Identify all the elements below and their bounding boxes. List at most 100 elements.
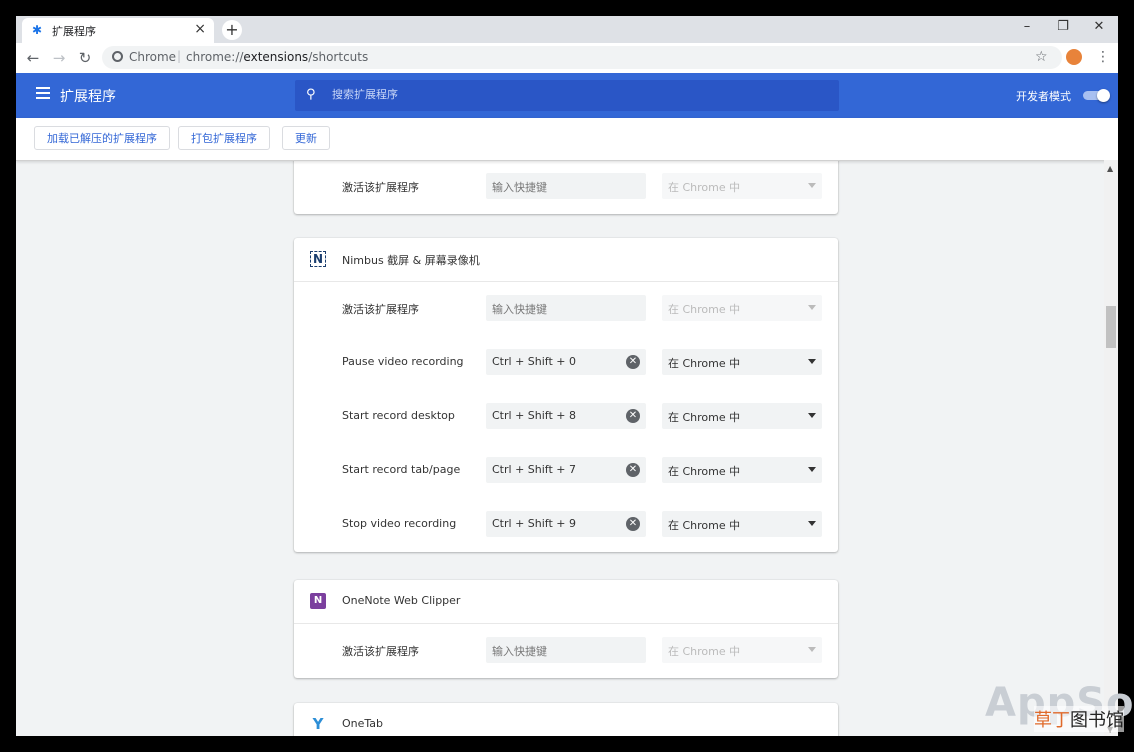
- shortcut-input[interactable]: Ctrl + Shift + 7 ✕: [486, 457, 646, 483]
- tab-strip: ✱ 扩展程序 × + – ❐ ✕: [16, 16, 1118, 43]
- extension-card-onenote: N OneNote Web Clipper 激活该扩展程序 输入快捷键 在 Ch…: [294, 580, 838, 678]
- scope-select[interactable]: 在 Chrome 中: [662, 403, 822, 429]
- new-tab-button[interactable]: +: [222, 20, 242, 40]
- page-title: 扩展程序: [60, 89, 116, 105]
- back-icon[interactable]: ←: [24, 49, 42, 67]
- scope-select[interactable]: 在 Chrome 中: [662, 295, 822, 321]
- browser-window: ✱ 扩展程序 × + – ❐ ✕ ← → ↻ Chrome | chrome:/…: [16, 16, 1118, 736]
- shortcut-value: Ctrl + Shift + 8: [492, 409, 576, 422]
- command-label: Pause video recording: [342, 355, 464, 368]
- chevron-down-icon: [808, 521, 816, 526]
- onetab-icon: Y: [312, 715, 324, 733]
- chevron-down-icon: [808, 359, 816, 364]
- scope-select[interactable]: 在 Chrome 中: [662, 349, 822, 375]
- extension-card-onetab: Y OneTab: [294, 703, 838, 736]
- shortcut-input[interactable]: Ctrl + Shift + 8 ✕: [486, 403, 646, 429]
- scope-value: 在 Chrome 中: [668, 411, 741, 424]
- extensions-header: 扩展程序 ⚲ 开发者模式: [16, 73, 1118, 118]
- restore-icon[interactable]: ❐: [1051, 19, 1075, 34]
- extension-name: OneNote Web Clipper: [342, 594, 461, 607]
- search-icon: ⚲: [306, 87, 316, 102]
- url-text: chrome://extensions/shortcuts: [186, 50, 369, 64]
- scope-value: 在 Chrome 中: [668, 465, 741, 478]
- address-bar[interactable]: Chrome | chrome://extensions/shortcuts: [102, 46, 1062, 69]
- shortcut-input[interactable]: 输入快捷键: [486, 637, 646, 663]
- chrome-icon: [112, 51, 123, 62]
- command-label: 激活该扩展程序: [342, 181, 419, 194]
- shortcut-value: Ctrl + Shift + 0: [492, 355, 576, 368]
- card-header: Y OneTab: [294, 703, 838, 736]
- command-label: Start record tab/page: [342, 463, 461, 476]
- chevron-down-icon: [808, 183, 816, 188]
- scope-value: 在 Chrome 中: [668, 181, 741, 194]
- puzzle-icon: ✱: [32, 23, 43, 37]
- shortcut-row: 激活该扩展程序 输入快捷键 在 Chrome 中: [294, 624, 838, 678]
- scrollbar-thumb[interactable]: [1106, 306, 1116, 348]
- scope-value: 在 Chrome 中: [668, 357, 741, 370]
- onenote-icon: N: [310, 593, 326, 609]
- load-unpacked-button[interactable]: 加载已解压的扩展程序: [34, 126, 170, 150]
- browser-toolbar: ← → ↻ Chrome | chrome://extensions/short…: [16, 43, 1118, 74]
- command-label: 激活该扩展程序: [342, 303, 419, 316]
- pack-extension-button[interactable]: 打包扩展程序: [178, 126, 270, 150]
- command-label: Start record desktop: [342, 409, 455, 422]
- menu-dots-icon[interactable]: ⋮: [1096, 49, 1110, 65]
- card-header: N Nimbus 截屏 & 屏幕录像机: [294, 238, 838, 282]
- shortcut-row: Start record tab/page Ctrl + Shift + 7 ✕…: [294, 444, 838, 498]
- chevron-down-icon: [808, 467, 816, 472]
- scroll-up-icon[interactable]: ▲: [1107, 164, 1113, 173]
- clear-shortcut-icon[interactable]: ✕: [626, 463, 640, 477]
- search-box[interactable]: ⚲: [295, 80, 839, 111]
- scope-select[interactable]: 在 Chrome 中: [662, 511, 822, 537]
- extension-name: Nimbus 截屏 & 屏幕录像机: [342, 254, 480, 267]
- scope-value: 在 Chrome 中: [668, 303, 741, 316]
- close-window-icon[interactable]: ✕: [1087, 19, 1111, 34]
- scope-select[interactable]: 在 Chrome 中: [662, 173, 822, 199]
- url-separator: |: [177, 49, 182, 63]
- scrollbar[interactable]: ▲ ▼: [1104, 160, 1118, 736]
- extension-card: 激活该扩展程序 输入快捷键 在 Chrome 中: [294, 160, 838, 214]
- close-tab-icon[interactable]: ×: [194, 21, 206, 37]
- chevron-down-icon: [808, 413, 816, 418]
- search-input[interactable]: [330, 87, 814, 102]
- scope-value: 在 Chrome 中: [668, 645, 741, 658]
- shortcut-input[interactable]: 输入快捷键: [486, 173, 646, 199]
- shortcut-value: Ctrl + Shift + 7: [492, 463, 576, 476]
- clear-shortcut-icon[interactable]: ✕: [626, 355, 640, 369]
- minimize-icon[interactable]: –: [1015, 19, 1039, 34]
- shortcut-row: Pause video recording Ctrl + Shift + 0 ✕…: [294, 336, 838, 390]
- scope-select[interactable]: 在 Chrome 中: [662, 457, 822, 483]
- shortcuts-content: 激活该扩展程序 输入快捷键 在 Chrome 中 N Nimbus 截屏 & 屏…: [16, 160, 1118, 736]
- extension-avatar-icon[interactable]: [1066, 49, 1082, 65]
- origin-label: Chrome: [129, 50, 177, 64]
- shortcut-placeholder: 输入快捷键: [492, 645, 547, 658]
- shortcut-input[interactable]: 输入快捷键: [486, 295, 646, 321]
- shortcut-row: Stop video recording Ctrl + Shift + 9 ✕ …: [294, 498, 838, 552]
- shortcut-placeholder: 输入快捷键: [492, 181, 547, 194]
- shortcut-input[interactable]: Ctrl + Shift + 9 ✕: [486, 511, 646, 537]
- reload-icon[interactable]: ↻: [76, 49, 94, 67]
- tab-title: 扩展程序: [52, 25, 96, 38]
- forward-icon[interactable]: →: [50, 49, 68, 67]
- shortcut-value: Ctrl + Shift + 9: [492, 517, 576, 530]
- bookmark-star-icon[interactable]: ☆: [1035, 49, 1048, 65]
- clear-shortcut-icon[interactable]: ✕: [626, 517, 640, 531]
- site-watermark: 草丁图书馆: [1034, 706, 1124, 732]
- toggle-knob: [1097, 89, 1110, 102]
- update-button[interactable]: 更新: [282, 126, 330, 150]
- chevron-down-icon: [808, 305, 816, 310]
- scope-select[interactable]: 在 Chrome 中: [662, 637, 822, 663]
- tab-extensions[interactable]: ✱ 扩展程序 ×: [22, 18, 214, 43]
- clear-shortcut-icon[interactable]: ✕: [626, 409, 640, 423]
- command-label: 激活该扩展程序: [342, 645, 419, 658]
- extension-card-nimbus: N Nimbus 截屏 & 屏幕录像机 激活该扩展程序 输入快捷键 在 Chro…: [294, 238, 838, 552]
- hamburger-menu-icon[interactable]: [36, 87, 50, 99]
- dev-mode-toggle[interactable]: [1083, 89, 1110, 102]
- dev-mode-label: 开发者模式: [1016, 90, 1071, 103]
- chevron-down-icon: [808, 647, 816, 652]
- extension-name: OneTab: [342, 717, 384, 730]
- shortcut-row: 激活该扩展程序 输入快捷键 在 Chrome 中: [294, 282, 838, 336]
- shortcut-input[interactable]: Ctrl + Shift + 0 ✕: [486, 349, 646, 375]
- scope-value: 在 Chrome 中: [668, 519, 741, 532]
- dev-toolbar: 加载已解压的扩展程序 打包扩展程序 更新: [16, 118, 1118, 161]
